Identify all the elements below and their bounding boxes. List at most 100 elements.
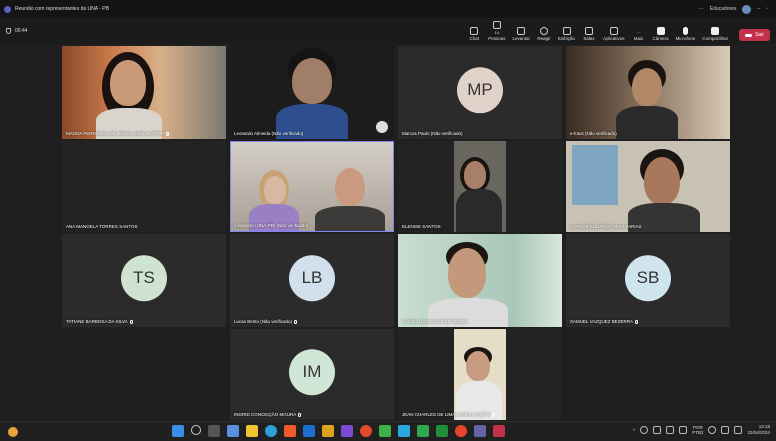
more-button[interactable]: ··· Mais <box>632 30 646 41</box>
windows-taskbar: ^ POR PTB2 12:18 22/04/2024 <box>0 421 776 441</box>
task-view-icon[interactable] <box>208 425 220 437</box>
muted-mic-icon <box>635 319 639 324</box>
share-button[interactable]: Compartilhar <box>702 27 728 41</box>
widgets-icon[interactable] <box>227 425 239 437</box>
people-label-text: Pessoas <box>488 36 506 41</box>
weather-widget-icon[interactable] <box>8 426 18 437</box>
app-blue-icon[interactable] <box>398 425 410 437</box>
microphone-tray-icon[interactable] <box>679 426 688 434</box>
microphone-button[interactable]: Microfone <box>676 27 695 41</box>
participant-body <box>315 206 385 231</box>
taskbar-apps <box>172 425 505 437</box>
onedrive-icon[interactable] <box>653 426 662 434</box>
participant-tile[interactable]: ELENISE SANTOS <box>398 141 562 232</box>
keyboard-layout: PTB2 <box>692 430 704 435</box>
recorder-icon[interactable] <box>493 425 505 437</box>
participant-tile[interactable]: TS TATIANE BARBOSA DA SILVA <box>62 234 226 327</box>
teams-active-icon[interactable] <box>474 425 486 437</box>
battery-icon[interactable] <box>734 426 743 434</box>
people-icon <box>492 21 501 29</box>
tray-app-icon[interactable] <box>666 426 675 434</box>
phone-icon <box>745 33 753 37</box>
participant-face <box>466 351 490 381</box>
word-icon[interactable] <box>303 425 315 437</box>
participant-tile[interactable]: Leonardo Almeida (Não verificado) <box>230 46 394 139</box>
participant-tile[interactable]: CARLOS EDUARDO MAIA FARIAS <box>566 141 730 232</box>
participant-name-text: Marcos Paulo (Não verificado) <box>402 131 463 136</box>
account-avatar[interactable] <box>742 4 752 14</box>
chrome-icon[interactable] <box>360 425 372 437</box>
participant-name: CARLOS EDUARDO MAIA FARIAS <box>570 224 642 229</box>
participant-avatar: MP <box>457 66 503 113</box>
participant-tile[interactable]: IM INGRID CONCEIÇÃO MOURA <box>230 329 394 420</box>
whatsapp-icon[interactable] <box>417 425 429 437</box>
participant-name-text: CARLOS EDUARDO MAIA FARIAS <box>570 224 642 229</box>
notes-icon[interactable] <box>322 425 334 437</box>
shield-icon <box>6 28 11 34</box>
participant-tile[interactable]: MP Marcos Paulo (Não verificado) <box>398 46 562 139</box>
participant-tile[interactable]: LB Lucas Bento (Não verificado) <box>230 234 394 327</box>
window-title: Reunião com representantes da UNA - PB <box>15 6 109 12</box>
volume-icon[interactable] <box>721 426 730 434</box>
grid-view-icon <box>562 27 571 35</box>
participant-tile[interactable]: e-fotus (Não verificado) <box>566 46 730 139</box>
excel-icon[interactable] <box>436 425 448 437</box>
teams-icon[interactable] <box>341 425 353 437</box>
participant-body <box>616 106 678 139</box>
participant-body <box>456 189 502 232</box>
clock[interactable]: 12:18 22/04/2024 <box>747 424 770 436</box>
raise-hand-button[interactable]: Levantar <box>513 27 530 41</box>
participant-face <box>264 176 286 204</box>
participant-name: JEAN CHARLES DE LIMA SAMPAIO NETO <box>402 412 496 417</box>
chevron-up-icon[interactable]: ^ <box>633 428 635 433</box>
participant-face <box>644 157 680 205</box>
rooms-button[interactable]: Salas <box>582 27 596 41</box>
participant-tile[interactable]: JEAN CHARLES DE LIMA SAMPAIO NETO <box>398 329 562 420</box>
participant-tile[interactable]: KAIKE LUCAS DIAS DE SOUZA <box>398 234 562 327</box>
participant-tile[interactable]: ANA MANOELA TORRES SANTOS <box>62 141 226 232</box>
more-label: Mais <box>633 36 644 41</box>
participant-name: INGRID CONCEIÇÃO MOURA <box>234 412 302 417</box>
chat-icon <box>470 27 479 35</box>
react-button[interactable]: Reagir <box>537 27 551 41</box>
more-options-icon[interactable]: ··· <box>699 6 704 12</box>
people-button[interactable]: 14 Pessoas <box>488 21 506 41</box>
participant-name: TATIANE BARBOSA DA SILVA <box>66 319 133 324</box>
meeting-toolbar: 00:44 Chat 14 Pessoas Levantar Reagir Exi… <box>0 18 776 44</box>
participant-tile[interactable]: SB SAMUEL VAZQUEZ BEZERRA <box>566 234 730 327</box>
edge-icon[interactable] <box>265 425 277 437</box>
leave-button[interactable]: Sair <box>739 29 770 41</box>
app-green-icon[interactable] <box>379 425 391 437</box>
camera-button[interactable]: Câmera <box>653 27 669 41</box>
participant-name-text: Leonardo (UNA-PB) (Não verificado) <box>235 223 309 228</box>
reaction-icon <box>376 121 388 133</box>
apps-button[interactable]: Aplicativos <box>603 27 625 41</box>
participant-face <box>110 60 146 106</box>
participant-name: MAGDA FERNANDA DE MOURA DOS SANTOS <box>66 131 169 136</box>
restore-button[interactable]: ▫ <box>766 6 768 12</box>
app-red-icon[interactable] <box>455 425 467 437</box>
start-icon[interactable] <box>172 425 184 437</box>
search-icon[interactable] <box>191 425 201 435</box>
participant-tile-speaking[interactable]: Leonardo (UNA-PB) (Não verificado) <box>230 141 394 232</box>
participant-name: Leonardo (UNA-PB) (Não verificado) <box>235 223 308 228</box>
wifi-icon[interactable] <box>708 426 717 434</box>
participant-name-text: ANA MANOELA TORRES SANTOS <box>66 224 138 229</box>
view-button[interactable]: Exibição <box>558 27 575 41</box>
participant-name-text: SAMUEL VAZQUEZ BEZERRA <box>570 319 634 324</box>
participant-video-poster <box>572 145 618 205</box>
firefox-icon[interactable] <box>284 425 296 437</box>
language-indicator[interactable]: POR PTB2 <box>692 425 703 435</box>
tray-app-icon[interactable] <box>640 426 649 434</box>
minimize-button[interactable]: – <box>757 6 760 12</box>
leave-label: Sair <box>755 32 764 38</box>
file-explorer-icon[interactable] <box>246 425 258 437</box>
chat-button[interactable]: Chat <box>467 27 481 41</box>
meeting-timer: 00:44 <box>6 28 28 34</box>
participant-name-text: MAGDA FERNANDA DE MOURA DOS SANTOS <box>66 131 164 136</box>
participant-avatar: IM <box>289 348 335 395</box>
account-name[interactable]: Educadores <box>710 6 737 12</box>
share-label: Compartilhar <box>702 36 729 41</box>
participant-tile[interactable]: MAGDA FERNANDA DE MOURA DOS SANTOS <box>62 46 226 139</box>
people-count: 14 <box>494 30 500 35</box>
